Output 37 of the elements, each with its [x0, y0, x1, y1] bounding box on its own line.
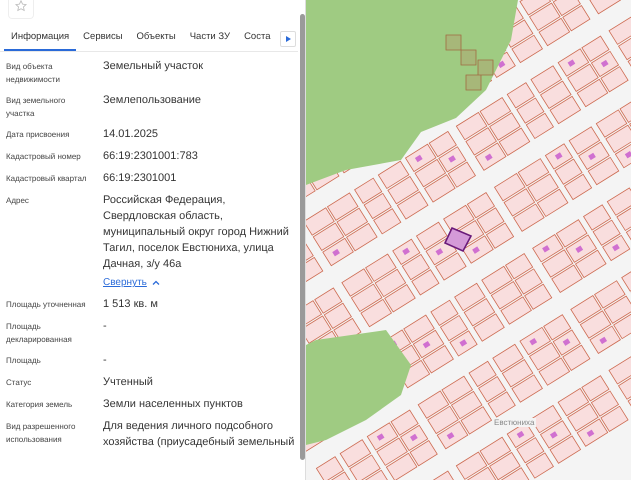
field-label: Адрес [6, 195, 30, 207]
field-value: 14.01.2025 [103, 127, 160, 142]
collapse-link[interactable]: Свернуть [103, 277, 160, 288]
field-value: - [103, 353, 108, 368]
field-value: 66:19:2301001 [103, 171, 178, 186]
caret-up-icon [152, 280, 160, 285]
field-label: Кадастровый номер [6, 151, 82, 163]
tab[interactable]: Части ЗУ [182, 27, 238, 51]
tab[interactable]: Информация [4, 27, 76, 51]
field-label: Кадастровый квартал [6, 173, 88, 185]
field-label: Площадь [6, 355, 42, 367]
field-label: Дата присвоения [6, 129, 70, 141]
tab[interactable]: Объекты [130, 27, 183, 51]
field-label: Категория земель [6, 399, 74, 411]
field-label: Вид земельного участка [6, 95, 66, 120]
field-value: 1 513 кв. м [103, 297, 159, 312]
field-label: Вид объекта недвижимости [6, 61, 61, 86]
field-label: Статус [6, 377, 32, 389]
field-value: Российская Федерация, Свердловская область, муниципальный округ город Нижний Тагил, поселок Евстюниха, улица Дачная, з/у 46а [103, 193, 290, 272]
field-value: 66:19:2301001:783 [103, 149, 199, 164]
field-label: Площадь уточненная [6, 299, 87, 311]
tab[interactable]: Сервисы [76, 27, 130, 51]
scroll-tabs-button[interactable] [280, 31, 296, 47]
highlighted-parcel[interactable] [444, 226, 472, 252]
field-value: Землепользование [103, 93, 202, 108]
tab[interactable]: Соста [237, 27, 278, 51]
field-value: Земли населенных пунктов [103, 397, 244, 412]
field-value: Для ведения личного подсобного хозяйства (приусадебный земельный [103, 419, 296, 450]
field-value: Земельный участок [103, 59, 204, 74]
field-value: - [103, 319, 108, 334]
field-label: Вид разрешенного использования [6, 421, 76, 446]
right-arrow-icon [286, 36, 290, 42]
field-value: Учтенный [103, 375, 154, 390]
place-label: Евстюниха [492, 418, 536, 427]
field-label: Площадь декларированная [6, 321, 73, 346]
scrollbar[interactable] [300, 14, 305, 460]
star-icon [15, 0, 27, 12]
